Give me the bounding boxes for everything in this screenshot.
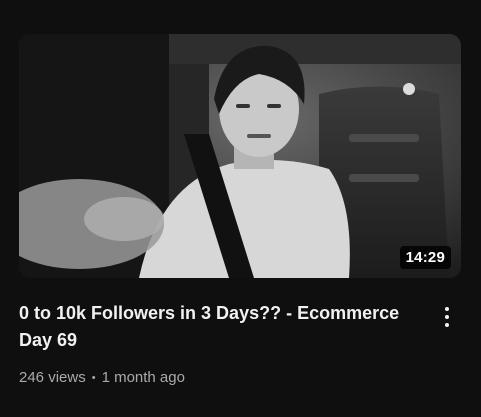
duration-badge: 14:29 — [399, 246, 451, 269]
video-thumbnail[interactable]: 14:29 — [19, 34, 461, 278]
menu-dot — [445, 323, 449, 327]
menu-dot — [445, 315, 449, 319]
upload-age: 1 month ago — [101, 369, 185, 386]
meta-separator: • — [91, 371, 96, 384]
view-count: 246 views — [19, 369, 86, 386]
video-title[interactable]: 0 to 10k Followers in 3 Days?? - Ecommer… — [19, 300, 424, 354]
video-metadata: 246 views • 1 month ago — [19, 369, 185, 386]
menu-dot — [445, 307, 449, 311]
more-vertical-icon[interactable] — [436, 302, 458, 332]
thumbnail-image — [19, 34, 461, 278]
video-card[interactable]: 14:29 0 to 10k Followers in 3 Days?? - E… — [0, 0, 481, 417]
